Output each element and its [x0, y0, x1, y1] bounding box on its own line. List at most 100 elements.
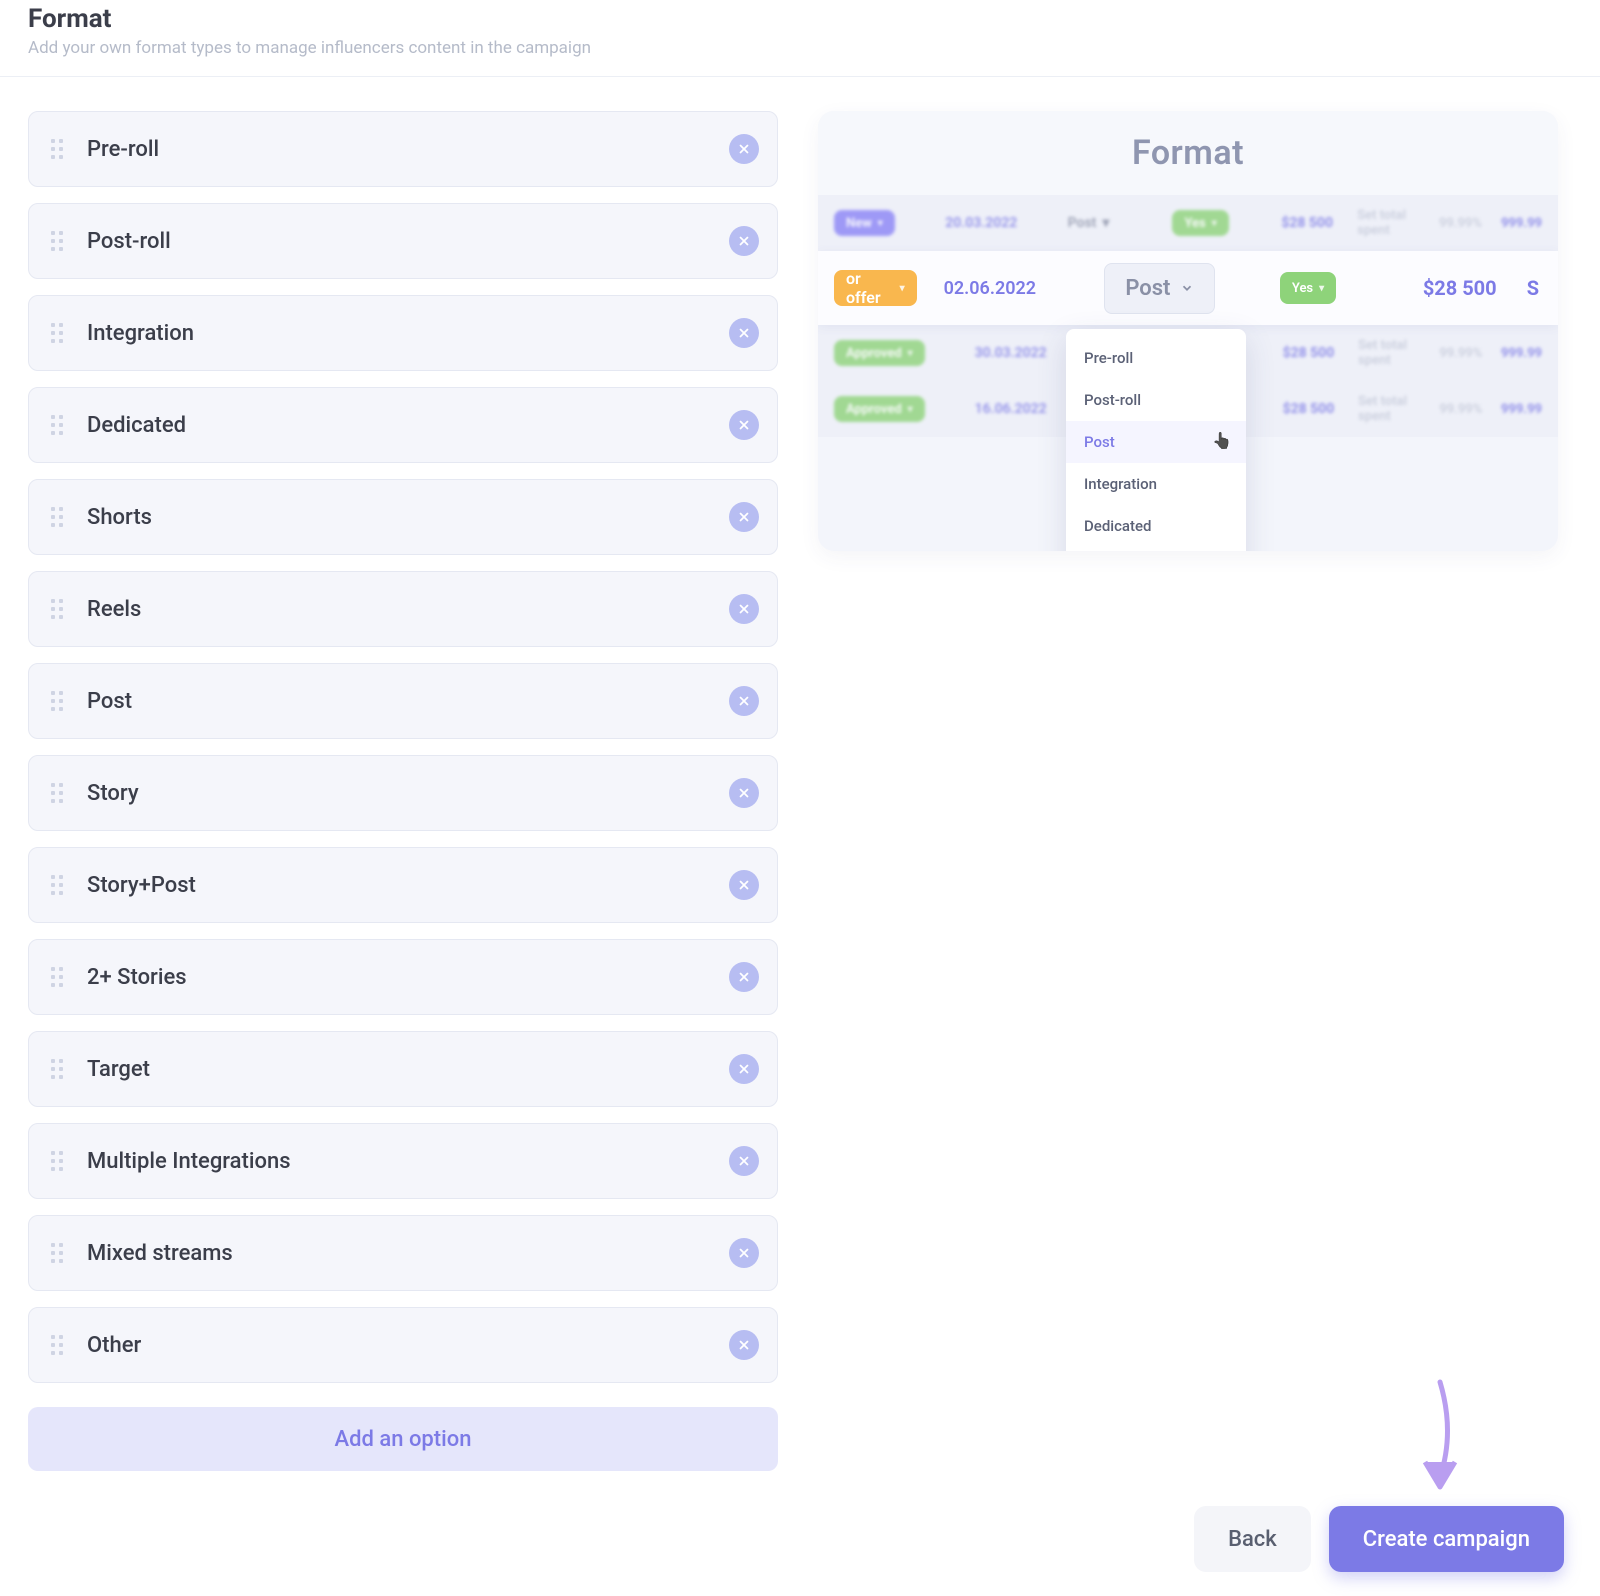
- dropdown-item[interactable]: Dedicated: [1066, 505, 1246, 547]
- remove-format-button[interactable]: [729, 962, 759, 992]
- drag-handle-icon[interactable]: [51, 415, 63, 435]
- dropdown-item[interactable]: Integration: [1066, 463, 1246, 505]
- remove-format-button[interactable]: [729, 1146, 759, 1176]
- remove-format-button[interactable]: [729, 318, 759, 348]
- preview-rows: New▾ 20.03.2022 Post▾ Yes▾ $28 500 Set t…: [818, 195, 1558, 437]
- drag-handle-icon[interactable]: [51, 1059, 63, 1079]
- drag-handle-icon[interactable]: [51, 139, 63, 159]
- close-icon: [737, 418, 751, 432]
- close-icon: [737, 326, 751, 340]
- format-item-label: Story+Post: [87, 873, 729, 898]
- page-subtitle: Add your own format types to manage infl…: [28, 38, 1572, 58]
- remove-format-button[interactable]: [729, 1238, 759, 1268]
- format-item[interactable]: Story+Post: [28, 847, 778, 923]
- remove-format-button[interactable]: [729, 502, 759, 532]
- remove-format-button[interactable]: [729, 870, 759, 900]
- preview-title: Format: [818, 111, 1558, 195]
- format-item-label: Mixed streams: [87, 1241, 729, 1266]
- preview-num: 999.99: [1501, 402, 1542, 417]
- preview-date: 02.06.2022: [931, 278, 1049, 299]
- back-button[interactable]: Back: [1194, 1506, 1311, 1572]
- preview-num: 999.99: [1501, 216, 1542, 231]
- chevron-down-icon: ▾: [908, 348, 913, 359]
- format-item[interactable]: Reels: [28, 571, 778, 647]
- drag-handle-icon[interactable]: [51, 1335, 63, 1355]
- preview-pct: 99.99%: [1439, 346, 1487, 361]
- drag-handle-icon[interactable]: [51, 323, 63, 343]
- format-item[interactable]: Multiple Integrations: [28, 1123, 778, 1199]
- format-item[interactable]: 2+ Stories: [28, 939, 778, 1015]
- remove-format-button[interactable]: [729, 410, 759, 440]
- preview-row-focused: or offer▾ 02.06.2022 Post Yes▾ $28 500 S: [818, 251, 1558, 325]
- cursor-hand-icon: 👆: [1212, 431, 1232, 450]
- format-dropdown-button[interactable]: Post: [1104, 263, 1215, 314]
- dropdown-item[interactable]: Shorts: [1066, 547, 1246, 551]
- drag-handle-icon[interactable]: [51, 967, 63, 987]
- preview-price: $28 500: [1410, 276, 1510, 300]
- close-icon: [737, 510, 751, 524]
- close-icon: [737, 1154, 751, 1168]
- chevron-down-icon: ▾: [878, 218, 883, 229]
- yes-pill: Yes▾: [1280, 272, 1336, 304]
- remove-format-button[interactable]: [729, 1330, 759, 1360]
- format-item[interactable]: Pre-roll: [28, 111, 778, 187]
- format-item-label: Story: [87, 781, 729, 806]
- yes-pill: Yes▾: [1172, 210, 1228, 236]
- create-campaign-button[interactable]: Create campaign: [1329, 1506, 1564, 1572]
- close-icon: [737, 970, 751, 984]
- status-pill-new: New▾: [834, 210, 895, 236]
- add-option-button[interactable]: Add an option: [28, 1407, 778, 1471]
- status-pill-approved: Approved▾: [834, 396, 925, 422]
- format-item-label: Dedicated: [87, 413, 729, 438]
- format-item[interactable]: Mixed streams: [28, 1215, 778, 1291]
- format-item-label: Reels: [87, 597, 729, 622]
- drag-handle-icon[interactable]: [51, 875, 63, 895]
- format-item[interactable]: Other: [28, 1307, 778, 1383]
- format-item[interactable]: Shorts: [28, 479, 778, 555]
- dropdown-item[interactable]: Post-roll: [1066, 379, 1246, 421]
- close-icon: [737, 878, 751, 892]
- remove-format-button[interactable]: [729, 686, 759, 716]
- format-item[interactable]: Integration: [28, 295, 778, 371]
- preview-spent: Set total spent: [1358, 394, 1425, 424]
- drag-handle-icon[interactable]: [51, 507, 63, 527]
- format-item[interactable]: Target: [28, 1031, 778, 1107]
- close-icon: [737, 694, 751, 708]
- preview-num: 999.99: [1501, 346, 1542, 361]
- footer-actions: Back Create campaign: [1194, 1506, 1564, 1572]
- remove-format-button[interactable]: [729, 134, 759, 164]
- preview-date: 20.03.2022: [937, 215, 1025, 231]
- format-item[interactable]: Dedicated: [28, 387, 778, 463]
- close-icon: [737, 1062, 751, 1076]
- preview-pct: 99.99%: [1439, 216, 1487, 231]
- drag-handle-icon[interactable]: [51, 599, 63, 619]
- remove-format-button[interactable]: [729, 226, 759, 256]
- page-header: Format Add your own format types to mana…: [0, 0, 1600, 77]
- format-item[interactable]: Post: [28, 663, 778, 739]
- remove-format-button[interactable]: [729, 778, 759, 808]
- drag-handle-icon[interactable]: [51, 783, 63, 803]
- drag-handle-icon[interactable]: [51, 691, 63, 711]
- format-item-label: Shorts: [87, 505, 729, 530]
- preview-date: 30.03.2022: [967, 345, 1054, 361]
- chevron-down-icon: ▾: [1319, 283, 1324, 294]
- drag-handle-icon[interactable]: [51, 231, 63, 251]
- drag-handle-icon[interactable]: [51, 1151, 63, 1171]
- close-icon: [737, 602, 751, 616]
- dropdown-item[interactable]: Pre-roll: [1066, 337, 1246, 379]
- preview-format: Post▾: [1068, 215, 1130, 231]
- close-icon: [737, 1246, 751, 1260]
- format-item[interactable]: Story: [28, 755, 778, 831]
- chevron-down-icon: ▾: [900, 283, 905, 294]
- remove-format-button[interactable]: [729, 594, 759, 624]
- close-icon: [737, 234, 751, 248]
- format-item-label: Pre-roll: [87, 137, 729, 162]
- preview-date: 16.06.2022: [967, 401, 1054, 417]
- format-item-label: 2+ Stories: [87, 965, 729, 990]
- remove-format-button[interactable]: [729, 1054, 759, 1084]
- drag-handle-icon[interactable]: [51, 1243, 63, 1263]
- format-item-label: Post: [87, 689, 729, 714]
- format-item[interactable]: Post-roll: [28, 203, 778, 279]
- dropdown-item[interactable]: Post👆: [1066, 421, 1246, 463]
- format-item-label: Integration: [87, 321, 729, 346]
